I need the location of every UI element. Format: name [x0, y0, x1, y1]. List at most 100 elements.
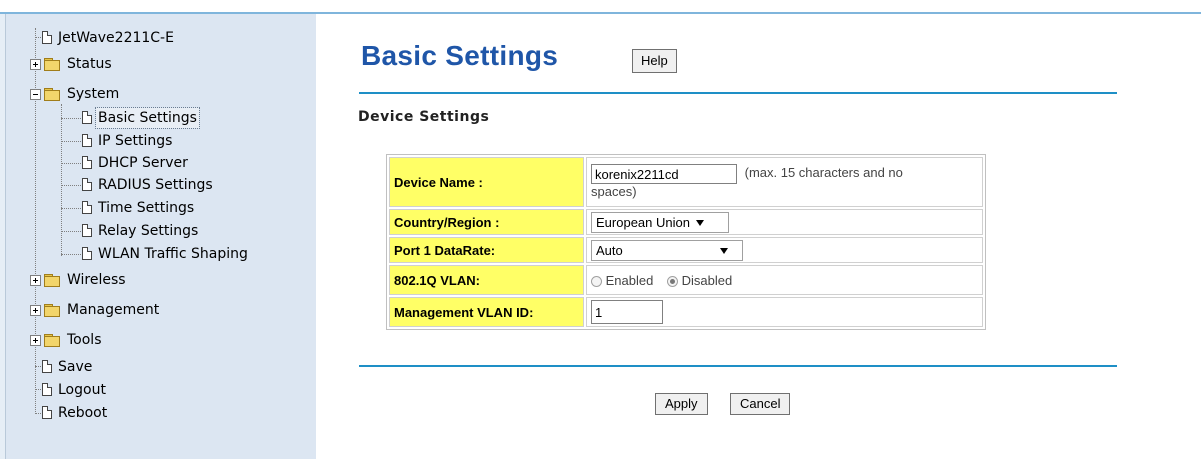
row-country: Country/Region : European Union: [389, 209, 983, 235]
help-button[interactable]: Help: [632, 49, 677, 73]
page-icon: [42, 360, 52, 373]
sidebar-item-wireless[interactable]: Wireless: [30, 270, 128, 290]
divider-top: [359, 92, 1117, 94]
mgmt-vlan-input[interactable]: 1: [591, 300, 663, 324]
datarate-value: Auto: [596, 242, 623, 258]
sidebar-item-label: WLAN Traffic Shaping: [98, 246, 248, 262]
folder-icon: [44, 334, 60, 347]
sidebar-item-dhcp-server[interactable]: DHCP Server: [82, 153, 190, 173]
sidebar-item-label: Logout: [58, 382, 106, 398]
page-icon: [82, 247, 92, 260]
sidebar-item-label: Relay Settings: [98, 223, 199, 239]
sidebar-item-relay-settings[interactable]: Relay Settings: [82, 221, 200, 241]
folder-icon: [44, 274, 60, 287]
tree-line: [61, 231, 81, 232]
folder-open-icon: [44, 88, 60, 101]
sidebar-item-label: RADIUS Settings: [98, 177, 213, 193]
tree-line: [61, 254, 81, 255]
page-icon: [82, 156, 92, 169]
sidebar-item-label: Reboot: [58, 405, 108, 421]
sidebar-item-system[interactable]: System: [30, 84, 121, 104]
page-icon: [42, 383, 52, 396]
sidebar-item-label: IP Settings: [98, 133, 173, 149]
sidebar-item-label: DHCP Server: [98, 155, 188, 171]
sidebar-item-label: Status: [67, 56, 112, 72]
row-datarate: Port 1 DataRate: Auto: [389, 237, 983, 263]
vlan-disabled-radio[interactable]: [666, 275, 678, 287]
expand-icon[interactable]: [30, 275, 41, 286]
sidebar-item-label: Wireless: [67, 272, 126, 288]
row-vlan: 802.1Q VLAN: Enabled Disabled: [389, 265, 983, 295]
device-settings-table: Device Name : korenix2211cd (max. 15 cha…: [386, 154, 986, 330]
sidebar-item-label: Save: [58, 359, 93, 375]
mgmt-vlan-cell: 1: [586, 297, 983, 327]
sidebar-item-radius-settings[interactable]: RADIUS Settings: [82, 175, 215, 195]
tree-root[interactable]: JetWave2211C-E: [42, 28, 176, 48]
tree-line: [61, 104, 62, 256]
chevron-down-icon: [695, 220, 704, 227]
sidebar-item-label: Time Settings: [98, 200, 195, 216]
tree-line: [61, 141, 81, 142]
sidebar-item-basic-settings[interactable]: Basic Settings: [82, 107, 200, 129]
collapse-icon[interactable]: [30, 89, 41, 100]
divider-bottom: [359, 365, 1117, 367]
sidebar-item-management[interactable]: Management: [30, 300, 161, 320]
sidebar-item-label: Basic Settings: [95, 107, 200, 129]
sidebar-item-label: Tools: [67, 332, 102, 348]
datarate-cell: Auto: [586, 237, 983, 263]
sidebar-item-reboot[interactable]: Reboot: [42, 403, 109, 423]
expand-icon[interactable]: [30, 59, 41, 70]
vlan-label: 802.1Q VLAN:: [389, 265, 584, 295]
folder-icon: [44, 304, 60, 317]
vlan-cell: Enabled Disabled: [586, 265, 983, 295]
sidebar-item-status[interactable]: Status: [30, 54, 114, 74]
row-device-name: Device Name : korenix2211cd (max. 15 cha…: [389, 157, 983, 207]
country-value: European Union: [596, 214, 690, 230]
expand-icon[interactable]: [30, 335, 41, 346]
apply-button[interactable]: Apply: [655, 393, 708, 415]
device-name-hint-cont: spaces): [591, 184, 637, 199]
vlan-enabled-radio[interactable]: [591, 275, 602, 287]
tree-root-label: JetWave2211C-E: [58, 30, 174, 46]
sidebar-item-wlan-traffic-shaping[interactable]: WLAN Traffic Shaping: [82, 244, 250, 264]
mgmt-vlan-label: Management VLAN ID:: [389, 297, 584, 327]
sidebar-item-logout[interactable]: Logout: [42, 380, 108, 400]
page-icon: [42, 31, 52, 44]
section-title: Device Settings: [358, 109, 490, 125]
country-label: Country/Region :: [389, 209, 584, 235]
page-icon: [42, 406, 52, 419]
datarate-select[interactable]: Auto: [591, 239, 743, 261]
sidebar-item-label: System: [67, 86, 120, 102]
expand-icon[interactable]: [30, 305, 41, 316]
sidebar-item-label: Management: [67, 302, 160, 318]
tree-line: [61, 118, 81, 119]
device-name-cell: korenix2211cd (max. 15 characters and no…: [586, 157, 983, 207]
sidebar-item-tools[interactable]: Tools: [30, 330, 104, 350]
country-select[interactable]: European Union: [591, 211, 729, 233]
folder-icon: [44, 58, 60, 71]
device-name-input[interactable]: korenix2211cd: [591, 164, 737, 184]
cancel-button[interactable]: Cancel: [730, 393, 791, 415]
device-name-hint: (max. 15 characters and no: [744, 165, 903, 181]
sidebar-item-ip-settings[interactable]: IP Settings: [82, 131, 174, 151]
page-icon: [82, 201, 92, 214]
page-icon: [82, 134, 92, 147]
sidebar-item-time-settings[interactable]: Time Settings: [82, 198, 196, 218]
sidebar-tree: JetWave2211C-E Status System Basic Setti…: [6, 14, 316, 459]
tree-line: [61, 163, 81, 164]
country-cell: European Union: [586, 209, 983, 235]
sidebar-item-save[interactable]: Save: [42, 357, 94, 377]
tree-line: [61, 185, 81, 186]
device-name-label: Device Name :: [389, 157, 584, 207]
row-mgmt-vlan: Management VLAN ID: 1: [389, 297, 983, 327]
page-title: Basic Settings: [361, 40, 559, 71]
page-icon: [82, 224, 92, 237]
vlan-enabled-label: Enabled: [605, 272, 654, 288]
tree-line: [61, 208, 81, 209]
page-icon: [82, 111, 92, 124]
vlan-disabled-label: Disabled: [681, 272, 733, 288]
main-content: Basic Settings Help Device Settings Devi…: [316, 14, 1201, 459]
datarate-label: Port 1 DataRate:: [389, 237, 584, 263]
chevron-down-icon: [720, 248, 728, 255]
page-icon: [82, 178, 92, 191]
